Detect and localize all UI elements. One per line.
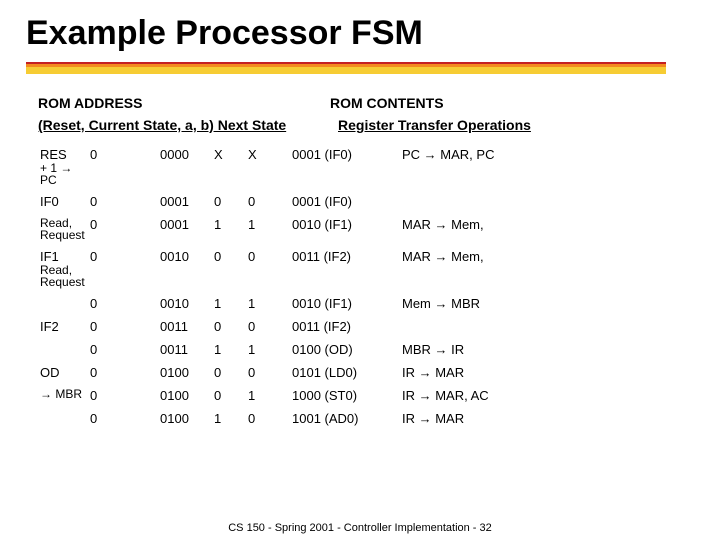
slide-body: ROM ADDRESS ROM CONTENTS (Reset, Current… [0,77,720,430]
cell-a: 0 [212,315,246,338]
cell-reset: 0 [88,361,158,384]
cell-reset: 0 [88,407,158,430]
cell-next: 0011 (IF2) [290,315,400,338]
cell-curr: 0100 [158,407,212,430]
cell-next: 0001 (IF0) [290,190,400,213]
cell-a: 1 [212,292,246,315]
cell-curr: 0010 [158,245,212,292]
cell-state: RES+ 1 → PC [38,143,88,190]
cell-reset: 0 [88,190,158,213]
cell-reset: 0 [88,315,158,338]
cell-reset: 0 [88,384,158,407]
table-row: RES+ 1 → PC00000XX0001 (IF0)PC → MAR, PC [38,143,682,190]
cell-next: 0010 (IF1) [290,213,400,245]
cell-b: 1 [246,213,290,245]
table-row: IF000001000001 (IF0) [38,190,682,213]
cell-state: OD [38,361,88,384]
cell-curr: 0011 [158,315,212,338]
cell-state: IF0 [38,190,88,213]
cell-next: 0100 (OD) [290,338,400,361]
cell-state: IF1Read, Request [38,245,88,292]
cell-b: X [246,143,290,190]
cell-a: X [212,143,246,190]
cell-ops: Mem → MBR [400,292,682,315]
cell-a: 0 [212,245,246,292]
cell-ops: IR → MAR, AC [400,384,682,407]
cell-reset: 0 [88,143,158,190]
cell-state-extra: Read, Request [40,217,86,241]
cell-a: 1 [212,213,246,245]
cell-curr: 0000 [158,143,212,190]
cell-ops: MAR → Mem, [400,245,682,292]
table-row: IF1Read, Request00010000011 (IF2)MAR → M… [38,245,682,292]
cell-b: 1 [246,338,290,361]
cell-b: 0 [246,361,290,384]
table-row: 00010110010 (IF1)Mem → MBR [38,292,682,315]
cell-next: 0011 (IF2) [290,245,400,292]
cell-ops [400,315,682,338]
cell-a: 1 [212,338,246,361]
cell-b: 0 [246,315,290,338]
cell-b: 0 [246,190,290,213]
cell-curr: 0011 [158,338,212,361]
cell-state-extra: + 1 → PC [40,162,86,186]
cell-curr: 0001 [158,190,212,213]
table-row: 00011110100 (OD)MBR → IR [38,338,682,361]
cell-reset: 0 [88,245,158,292]
title-underline [26,63,666,77]
table-row: 00100101001 (AD0)IR → MAR [38,407,682,430]
cell-b: 0 [246,245,290,292]
cell-next: 0101 (LD0) [290,361,400,384]
table-row: Read, Request00001110010 (IF1)MAR → Mem, [38,213,682,245]
header-ops-col: Register Transfer Operations [338,117,682,133]
cell-state-extra: Read, Request [40,264,86,288]
cell-b: 1 [246,384,290,407]
cell-ops: IR → MAR [400,407,682,430]
cell-b: 0 [246,407,290,430]
slide-footer: CS 150 - Spring 2001 - Controller Implem… [0,522,720,534]
cell-a: 0 [212,190,246,213]
cell-state [38,338,88,361]
cell-state [38,407,88,430]
cell-ops [400,190,682,213]
cell-state-extra: → MBR [40,388,86,400]
cell-curr: 0100 [158,361,212,384]
cell-state: IF2 [38,315,88,338]
header-address-cols: (Reset, Current State, a, b) Next State [38,117,338,133]
cell-ops: IR → MAR [400,361,682,384]
cell-curr: 0010 [158,292,212,315]
cell-next: 0001 (IF0) [290,143,400,190]
cell-curr: 0100 [158,384,212,407]
cell-reset: 0 [88,213,158,245]
cell-state: → MBR [38,384,88,407]
cell-ops: MBR → IR [400,338,682,361]
cell-curr: 0001 [158,213,212,245]
fsm-table: RES+ 1 → PC00000XX0001 (IF0)PC → MAR, PC… [38,143,682,430]
cell-ops: PC → MAR, PC [400,143,682,190]
header-rom-contents: ROM CONTENTS [330,95,444,111]
table-row: IF200011000011 (IF2) [38,315,682,338]
cell-ops: MAR → Mem, [400,213,682,245]
slide-title: Example Processor FSM [0,0,720,53]
cell-a: 0 [212,384,246,407]
cell-next: 1000 (ST0) [290,384,400,407]
cell-next: 1001 (AD0) [290,407,400,430]
table-row: OD00100000101 (LD0)IR → MAR [38,361,682,384]
cell-a: 0 [212,361,246,384]
cell-a: 1 [212,407,246,430]
cell-reset: 0 [88,292,158,315]
header-rom-address: ROM ADDRESS [38,95,330,111]
cell-state [38,292,88,315]
table-row: → MBR00100011000 (ST0)IR → MAR, AC [38,384,682,407]
cell-b: 1 [246,292,290,315]
cell-state: Read, Request [38,213,88,245]
cell-next: 0010 (IF1) [290,292,400,315]
cell-reset: 0 [88,338,158,361]
